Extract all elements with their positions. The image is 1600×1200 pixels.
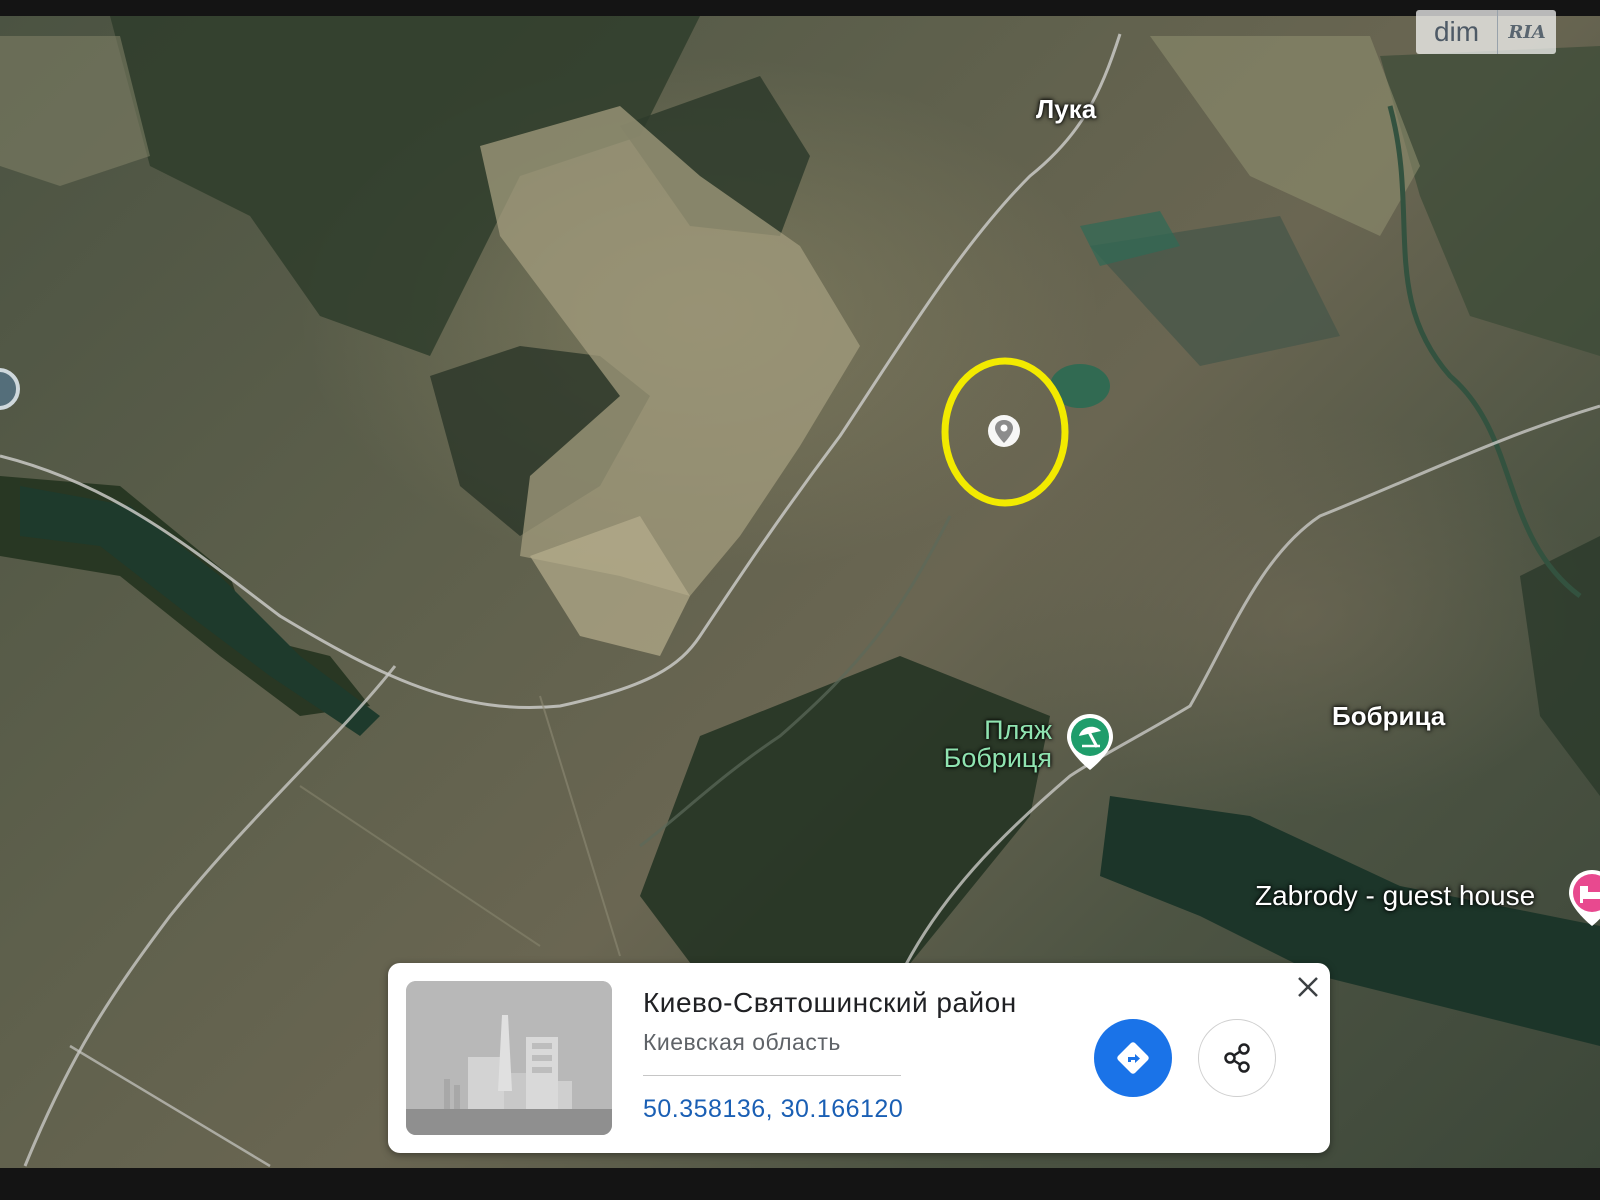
dim-ria-watermark: dim RIA xyxy=(1416,10,1556,54)
directions-button[interactable] xyxy=(1094,1019,1172,1097)
beach-poi-label-line2: Бобриця xyxy=(943,743,1052,773)
card-divider xyxy=(643,1075,901,1076)
beach-umbrella-icon[interactable] xyxy=(1064,712,1116,772)
share-icon xyxy=(1224,1043,1250,1073)
beach-poi-label[interactable]: Пляж Бобриця xyxy=(912,716,1052,772)
guest-house-poi-label[interactable]: Zabrody - guest house xyxy=(1255,880,1535,912)
watermark-text: dim xyxy=(1416,10,1498,54)
place-label-luka[interactable]: Лука xyxy=(1036,94,1096,125)
place-coordinates[interactable]: 50.358136, 30.166120 xyxy=(643,1095,903,1124)
bed-icon[interactable] xyxy=(1566,868,1600,928)
close-icon xyxy=(1298,977,1318,997)
close-button[interactable] xyxy=(1294,973,1322,1001)
place-thumbnail[interactable] xyxy=(406,981,612,1135)
beach-poi-label-line1: Пляж xyxy=(984,715,1052,745)
place-title: Киево-Святошинский район xyxy=(643,987,1017,1018)
directions-icon xyxy=(1117,1042,1149,1074)
location-pin-icon[interactable] xyxy=(987,414,1021,454)
place-subtitle: Киевская область xyxy=(643,1029,841,1055)
share-button[interactable] xyxy=(1198,1019,1276,1097)
place-label-bobritsa[interactable]: Бобрица xyxy=(1332,701,1445,732)
place-info-card[interactable]: Киево-Святошинский район Киевская област… xyxy=(388,963,1330,1153)
watermark-logo: RIA xyxy=(1508,21,1546,43)
